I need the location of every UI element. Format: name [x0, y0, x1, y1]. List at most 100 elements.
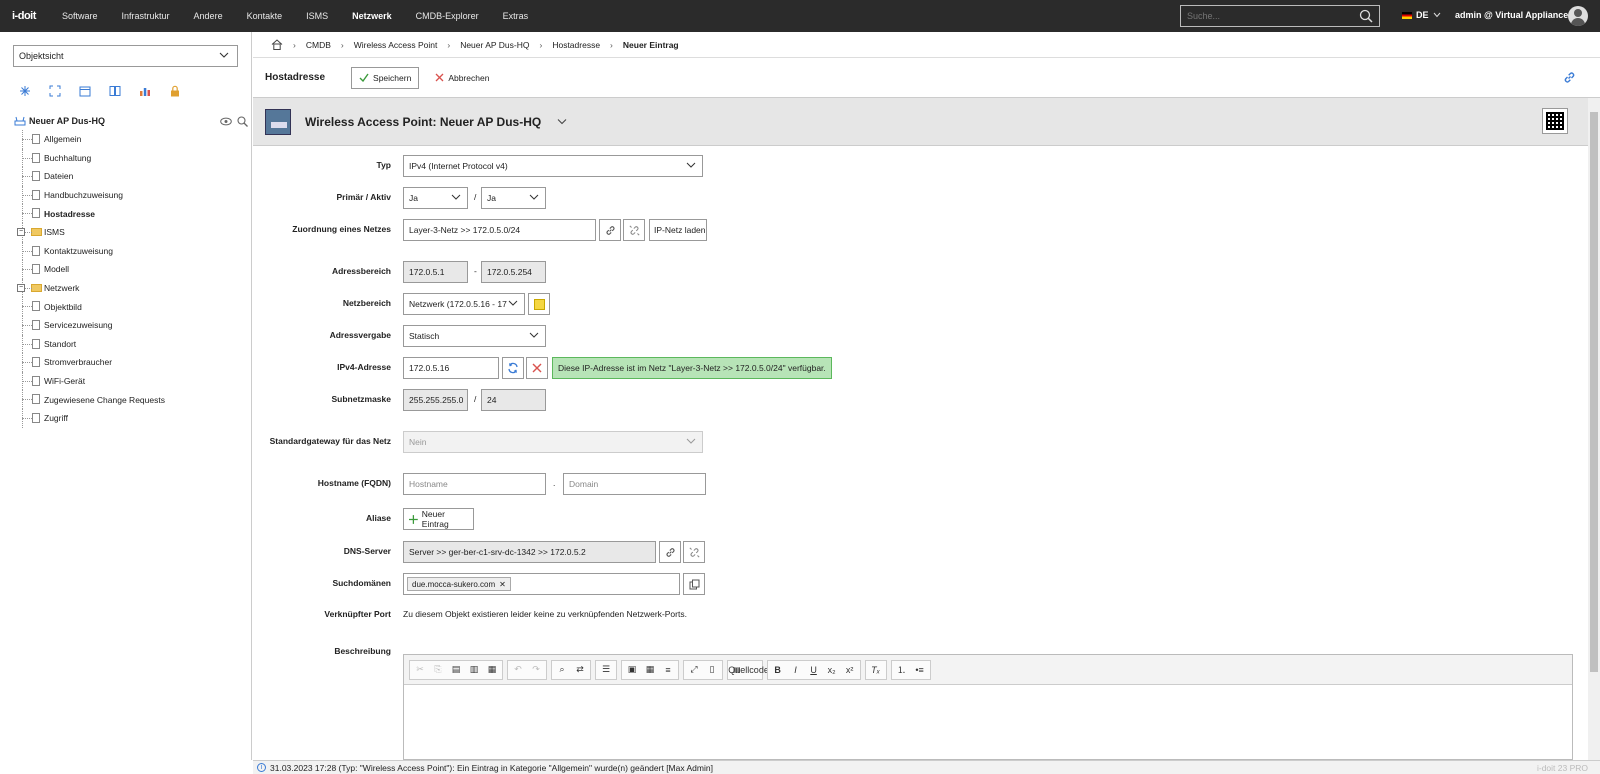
sidebar-item-hostadresse[interactable]: Hostadresse — [14, 204, 250, 223]
dns-field[interactable]: Server >> ger-ber-c1-srv-dc-1342 >> 172.… — [403, 541, 656, 563]
language-select[interactable]: DE — [1402, 10, 1441, 20]
horizontal-rule-icon[interactable]: ≡ — [660, 662, 676, 678]
table-icon[interactable]: ▦ — [642, 662, 658, 678]
sidebar-item-allgemein[interactable]: Allgemein — [14, 130, 250, 149]
collapse-icon[interactable]: − — [17, 227, 25, 236]
active-select[interactable]: Ja — [481, 187, 546, 209]
nav-netzwerk[interactable]: Netzwerk — [340, 11, 404, 21]
breadcrumb-cmdb[interactable]: CMDB — [306, 40, 331, 50]
ipv4-clear-button[interactable] — [526, 357, 548, 379]
nav-isms[interactable]: ISMS — [294, 11, 340, 21]
netrange-color-button[interactable] — [528, 293, 550, 315]
link-icon[interactable] — [1563, 71, 1576, 84]
avatar[interactable] — [1568, 6, 1588, 26]
breadcrumb-object-type[interactable]: Wireless Access Point — [354, 40, 438, 50]
collapse-icon[interactable]: − — [17, 283, 25, 292]
replace-icon[interactable]: ⇄ — [572, 662, 588, 678]
show-blocks-icon[interactable]: ▯ — [704, 662, 720, 678]
domain-input[interactable]: Domain — [563, 473, 706, 495]
bulleted-list-icon[interactable]: •≡ — [912, 662, 928, 678]
image-icon[interactable]: ▣ — [624, 662, 640, 678]
nav-infrastruktur[interactable]: Infrastruktur — [110, 11, 182, 21]
cut-icon[interactable]: ✂ — [412, 662, 428, 678]
editor-content-area[interactable] — [404, 685, 1572, 759]
find-icon[interactable]: ⌕ — [554, 662, 570, 678]
copy-button[interactable] — [683, 573, 705, 595]
sidebar-item-standort[interactable]: Standort — [14, 334, 250, 354]
breadcrumb-category[interactable]: Hostadresse — [552, 40, 600, 50]
netrange-select[interactable]: Netzwerk (172.0.5.16 - 17 — [403, 293, 525, 315]
copy-icon[interactable]: ⎘ — [430, 662, 446, 678]
sidebar-item-objektbild[interactable]: Objektbild — [14, 297, 250, 316]
book-icon[interactable] — [108, 84, 122, 98]
eye-icon[interactable] — [220, 117, 232, 126]
sidebar-item-stromverbraucher[interactable]: Stromverbraucher — [14, 353, 250, 372]
sidebar-item-isms[interactable]: − ISMS — [14, 222, 250, 242]
sidebar-item-kontaktzuweisung[interactable]: Kontaktzuweisung — [14, 241, 250, 261]
paste-text-icon[interactable]: ▥ — [466, 662, 482, 678]
maximize-icon[interactable]: ⤢ — [686, 662, 702, 678]
source-button[interactable]: ▤ Quellcode — [728, 662, 769, 678]
remove-format-icon[interactable]: Tₓ — [868, 662, 884, 678]
italic-icon[interactable]: I — [788, 662, 804, 678]
typ-select[interactable]: IPv4 (Internet Protocol v4) — [403, 155, 703, 177]
superscript-icon[interactable]: x² — [842, 662, 858, 678]
net-load-button[interactable]: IP-Netz laden — [649, 219, 707, 241]
expand-icon[interactable] — [48, 84, 62, 98]
scrollbar[interactable] — [1588, 98, 1600, 760]
numbered-list-icon[interactable]: ⒈ — [894, 662, 910, 678]
qr-code-icon[interactable] — [1542, 108, 1568, 134]
underline-icon[interactable]: U — [806, 662, 822, 678]
breadcrumb-object[interactable]: Neuer AP Dus-HQ — [460, 40, 529, 50]
paste-icon[interactable]: ▤ — [448, 662, 464, 678]
logo[interactable]: i-doit — [0, 10, 50, 22]
nav-software[interactable]: Software — [50, 11, 110, 21]
sidebar-item-netzwerk[interactable]: − Netzwerk — [14, 278, 250, 298]
sidebar-item-servicezuweisung[interactable]: Servicezuweisung — [14, 315, 250, 335]
net-input[interactable]: Layer-3-Netz >> 172.0.5.0/24 — [403, 219, 596, 241]
net-link-button[interactable] — [599, 219, 621, 241]
sidebar-item-change-requests[interactable]: Zugewiesene Change Requests — [14, 390, 250, 409]
user-menu[interactable]: admin @ Virtual Appliance — [1455, 10, 1568, 20]
dns-link-button[interactable] — [659, 541, 681, 563]
search-icon[interactable] — [237, 115, 248, 127]
home-icon[interactable] — [271, 39, 283, 50]
cancel-button[interactable]: Abbrechen — [427, 66, 498, 89]
undo-icon[interactable]: ↶ — [510, 662, 526, 678]
search-icon[interactable] — [1359, 9, 1373, 25]
nav-extras[interactable]: Extras — [491, 11, 541, 21]
tree-icon[interactable] — [18, 84, 32, 98]
paste-word-icon[interactable]: ▦ — [484, 662, 500, 678]
spellcheck-icon[interactable]: ☰ — [598, 662, 614, 678]
chart-icon[interactable] — [138, 84, 152, 98]
nav-cmdb-explorer[interactable]: CMDB-Explorer — [404, 11, 491, 21]
add-alias-button[interactable]: Neuer Eintrag — [403, 508, 474, 530]
lock-icon[interactable] — [168, 84, 182, 98]
dns-unlink-button[interactable] — [683, 541, 705, 563]
sidebar-item-modell[interactable]: Modell — [14, 260, 250, 279]
sidebar-item-zugriff[interactable]: Zugriff — [14, 408, 250, 428]
ipv4-input[interactable]: 172.0.5.16 — [403, 357, 499, 379]
nav-kontakte[interactable]: Kontakte — [235, 11, 295, 21]
search-input[interactable] — [1187, 11, 1357, 21]
primary-select[interactable]: Ja — [403, 187, 468, 209]
search-domains-input[interactable]: due.mocca-sukero.com ✕ — [403, 573, 680, 595]
tree-root[interactable]: Neuer AP Dus-HQ — [14, 112, 250, 130]
subscript-icon[interactable]: x₂ — [824, 662, 840, 678]
sidebar-item-handbuchzuweisung[interactable]: Handbuchzuweisung — [14, 185, 250, 205]
scrollbar-thumb[interactable] — [1590, 112, 1598, 672]
nav-andere[interactable]: Andere — [182, 11, 235, 21]
redo-icon[interactable]: ↷ — [528, 662, 544, 678]
sidebar-item-wifi-geraet[interactable]: WiFi-Gerät — [14, 371, 250, 391]
calendar-icon[interactable] — [78, 84, 92, 98]
assign-select[interactable]: Statisch — [403, 325, 546, 347]
chevron-down-icon[interactable] — [557, 118, 567, 125]
view-select[interactable]: Objektsicht — [13, 45, 238, 67]
ipv4-refresh-button[interactable] — [502, 357, 524, 379]
bold-icon[interactable]: B — [770, 662, 786, 678]
net-unlink-button[interactable] — [623, 219, 645, 241]
sidebar-item-buchhaltung[interactable]: Buchhaltung — [14, 148, 250, 168]
save-button[interactable]: Speichern — [351, 66, 420, 89]
tag-remove-icon[interactable]: ✕ — [499, 580, 506, 589]
hostname-input[interactable]: Hostname — [403, 473, 546, 495]
